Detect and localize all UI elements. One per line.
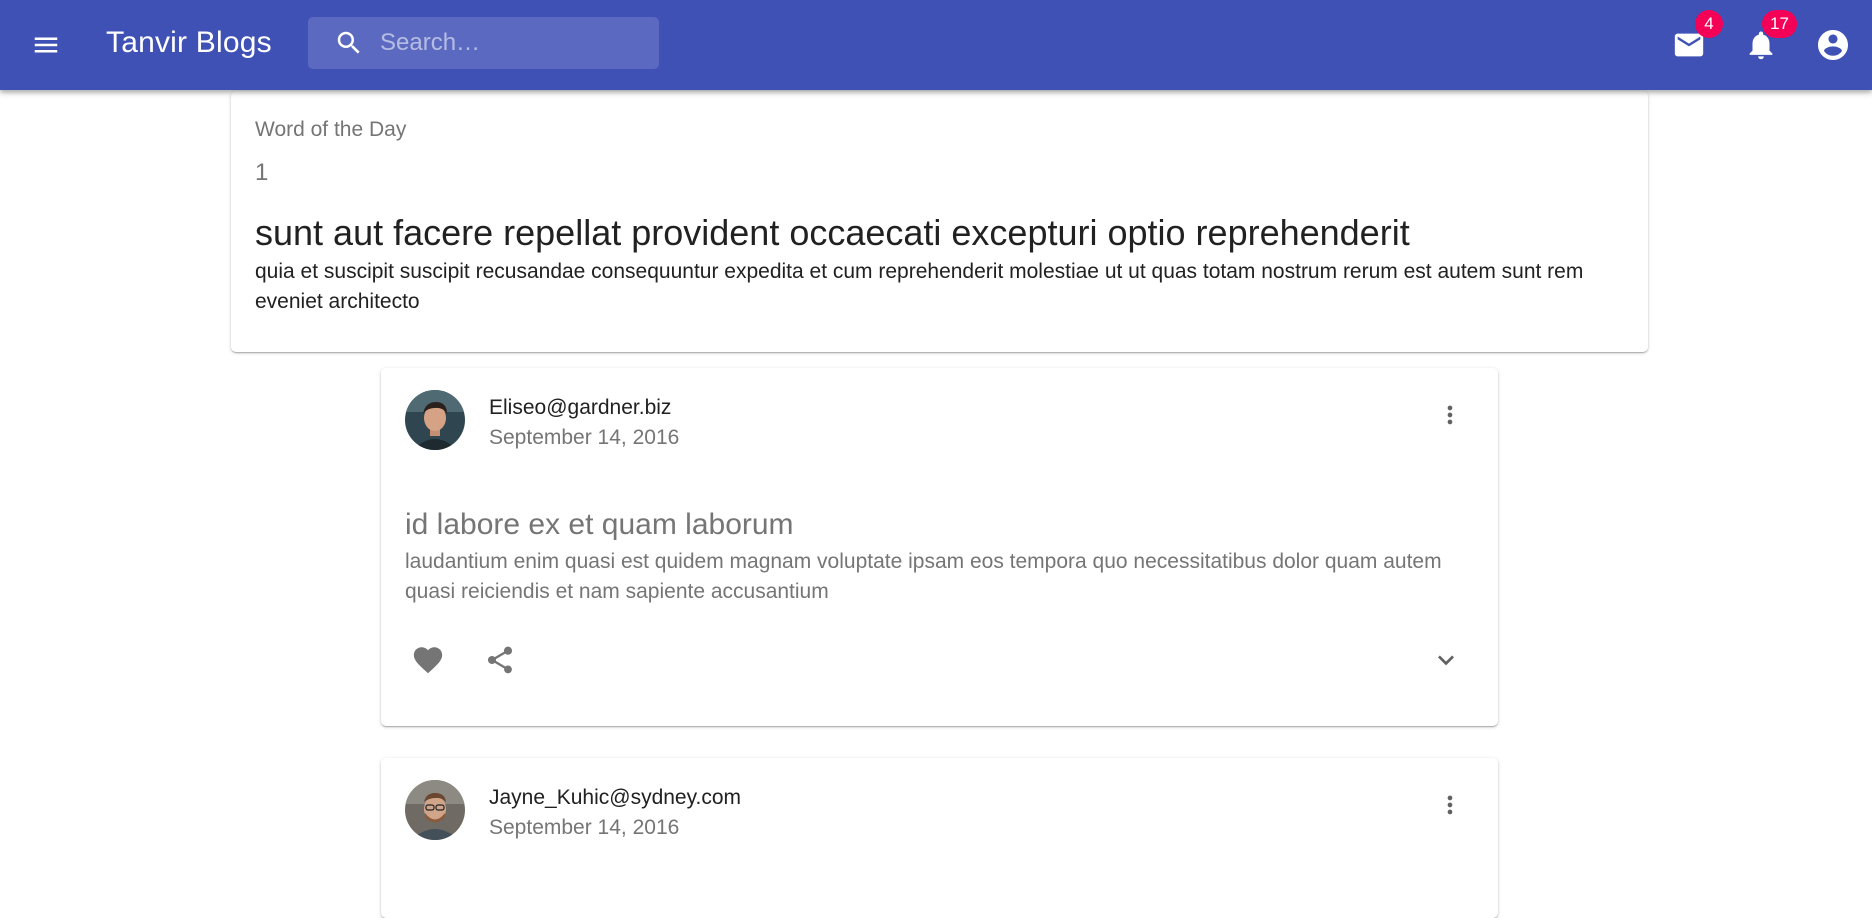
more-vert-icon <box>1447 795 1453 815</box>
post-card: Eliseo@gardner.biz September 14, 2016 id… <box>381 368 1498 726</box>
post-body: laudantium enim quasi est quidem magnam … <box>405 550 1442 603</box>
menu-button[interactable] <box>22 21 70 69</box>
post-date: September 14, 2016 <box>489 816 680 839</box>
account-button[interactable] <box>1805 17 1861 73</box>
share-button[interactable] <box>472 632 528 688</box>
card-title: sunt aut facere repellat provident occae… <box>255 212 1410 253</box>
search-icon <box>337 31 360 54</box>
post-author: Jayne_Kuhic@sydney.com <box>489 786 742 809</box>
account-circle-icon <box>1818 30 1848 60</box>
expand-button[interactable] <box>1418 632 1474 688</box>
search-box[interactable] <box>308 17 659 69</box>
app-title: Tanvir Blogs <box>106 26 272 59</box>
card-overline: Word of the Day <box>255 118 407 141</box>
post-author: Eliseo@gardner.biz <box>489 396 672 419</box>
post-title: id labore ex et quam laborum <box>405 508 794 541</box>
more-options-button[interactable] <box>1426 391 1474 439</box>
card-body: quia et suscipit suscipit recusandae con… <box>255 260 1584 313</box>
menu-icon <box>34 37 58 53</box>
post-date: September 14, 2016 <box>489 426 680 449</box>
avatar <box>405 390 465 450</box>
app-bar: Tanvir Blogs 4 17 <box>0 0 1872 90</box>
word-of-the-day-card: Word of the Day 1 sunt aut facere repell… <box>231 91 1648 352</box>
more-options-button[interactable] <box>1426 781 1474 829</box>
favorite-button[interactable] <box>400 632 456 688</box>
avatar <box>405 780 465 840</box>
card-number: 1 <box>255 159 269 186</box>
notifications-badge: 17 <box>1762 10 1797 38</box>
post-card: Jayne_Kuhic@sydney.com September 14, 201… <box>381 758 1498 918</box>
expand-more-icon <box>1438 655 1454 666</box>
more-vert-icon <box>1447 405 1453 425</box>
favorite-icon <box>413 647 443 674</box>
search-input[interactable] <box>380 17 650 69</box>
mail-badge: 4 <box>1695 10 1723 38</box>
share-icon <box>487 646 513 674</box>
